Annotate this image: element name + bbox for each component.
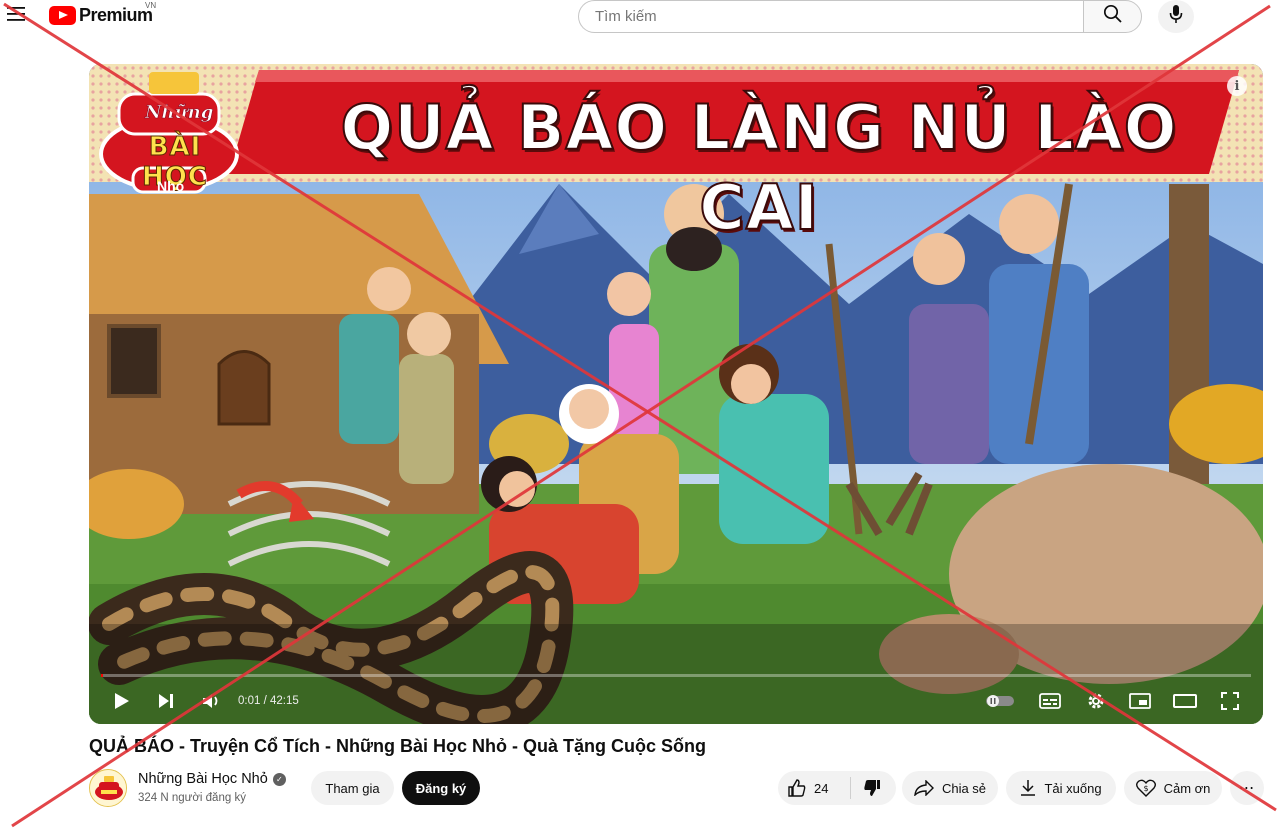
join-button[interactable]: Tham gia <box>311 771 394 805</box>
subscriber-count: 324 N người đăng ký <box>138 792 246 804</box>
subtitles-icon[interactable] <box>1033 684 1067 718</box>
thanks-button[interactable]: $ Cảm ơn <box>1124 771 1222 805</box>
progress-bar[interactable] <box>101 674 1251 677</box>
theater-mode-icon[interactable] <box>1168 684 1202 718</box>
channel-name-link[interactable]: Những Bài Học Nhỏ ✓ <box>138 771 286 787</box>
info-icon[interactable]: i <box>1227 76 1247 96</box>
verified-check-icon: ✓ <box>272 772 286 786</box>
thumbs-down-icon <box>863 779 881 797</box>
video-title: QUẢ BÁO - Truyện Cổ Tích - Những Bài Học… <box>89 736 707 756</box>
more-actions-button[interactable]: ⋯ <box>1230 771 1264 805</box>
like-dislike-group: 24 <box>778 771 896 805</box>
download-button-label: Tải xuống <box>1044 780 1102 796</box>
badge-line-1: Những <box>145 102 214 124</box>
search-box <box>578 0 1142 33</box>
download-button[interactable]: Tải xuống <box>1006 771 1116 805</box>
top-bar: Premium VN <box>0 0 1280 34</box>
mic-icon <box>1169 4 1183 29</box>
thumbs-up-icon <box>788 779 806 797</box>
like-button[interactable]: 24 <box>778 771 850 805</box>
thanks-button-label: Cảm ơn <box>1163 780 1211 796</box>
join-button-label: Tham gia <box>325 780 380 796</box>
heart-dollar-icon: $ <box>1135 779 1156 797</box>
region-code: VN <box>145 1 157 10</box>
play-icon[interactable] <box>105 684 139 718</box>
search-icon <box>1103 4 1123 29</box>
search-button[interactable] <box>1083 0 1142 33</box>
youtube-play-logo-icon <box>49 5 76 25</box>
player-controls: 0:01 / 42:15 <box>89 684 1263 718</box>
menu-icon[interactable] <box>4 2 28 26</box>
next-icon[interactable] <box>149 684 183 718</box>
thumbnail-banner-title: QUẢ BÁO LÀNG NỦ LÀO CAI <box>339 90 1178 245</box>
subscribe-button[interactable]: Đăng ký <box>402 771 480 805</box>
fullscreen-icon[interactable] <box>1213 684 1247 718</box>
voice-search-button[interactable] <box>1158 0 1194 33</box>
dislike-button[interactable] <box>851 771 896 805</box>
more-horizontal-icon: ⋯ <box>1238 780 1256 797</box>
search-input[interactable] <box>578 0 1083 33</box>
like-count: 24 <box>814 780 829 796</box>
autoplay-toggle-icon[interactable] <box>983 684 1017 718</box>
miniplayer-icon[interactable] <box>1123 684 1157 718</box>
subscribe-button-label: Đăng ký <box>415 780 467 796</box>
progress-bar-fill <box>101 674 103 677</box>
youtube-watch-page: Premium VN Tìm kiếm QUẢ BÁO LÀNG NỦ LÀO … <box>0 0 1280 832</box>
logo-text: Premium <box>79 4 153 25</box>
channel-name: Những Bài Học Nhỏ <box>138 771 268 787</box>
volume-icon[interactable] <box>195 684 229 718</box>
svg-text:$: $ <box>1143 784 1148 793</box>
download-icon <box>1020 779 1036 797</box>
video-player[interactable]: QUẢ BÁO LÀNG NỦ LÀO CAI Những BÀI HỌC Nh… <box>89 64 1263 724</box>
channel-avatar[interactable] <box>89 769 127 807</box>
share-button[interactable]: Chia sẻ <box>902 771 998 805</box>
youtube-premium-logo[interactable]: Premium <box>49 4 153 26</box>
settings-gear-icon[interactable] <box>1079 684 1113 718</box>
time-display: 0:01 / 42:15 <box>238 695 299 707</box>
share-arrow-icon <box>914 780 934 796</box>
badge-line-3: Nhỏ <box>157 178 185 194</box>
share-button-label: Chia sẻ <box>941 780 987 796</box>
channel-badge-logo: Những BÀI HỌC Nhỏ <box>105 70 245 200</box>
